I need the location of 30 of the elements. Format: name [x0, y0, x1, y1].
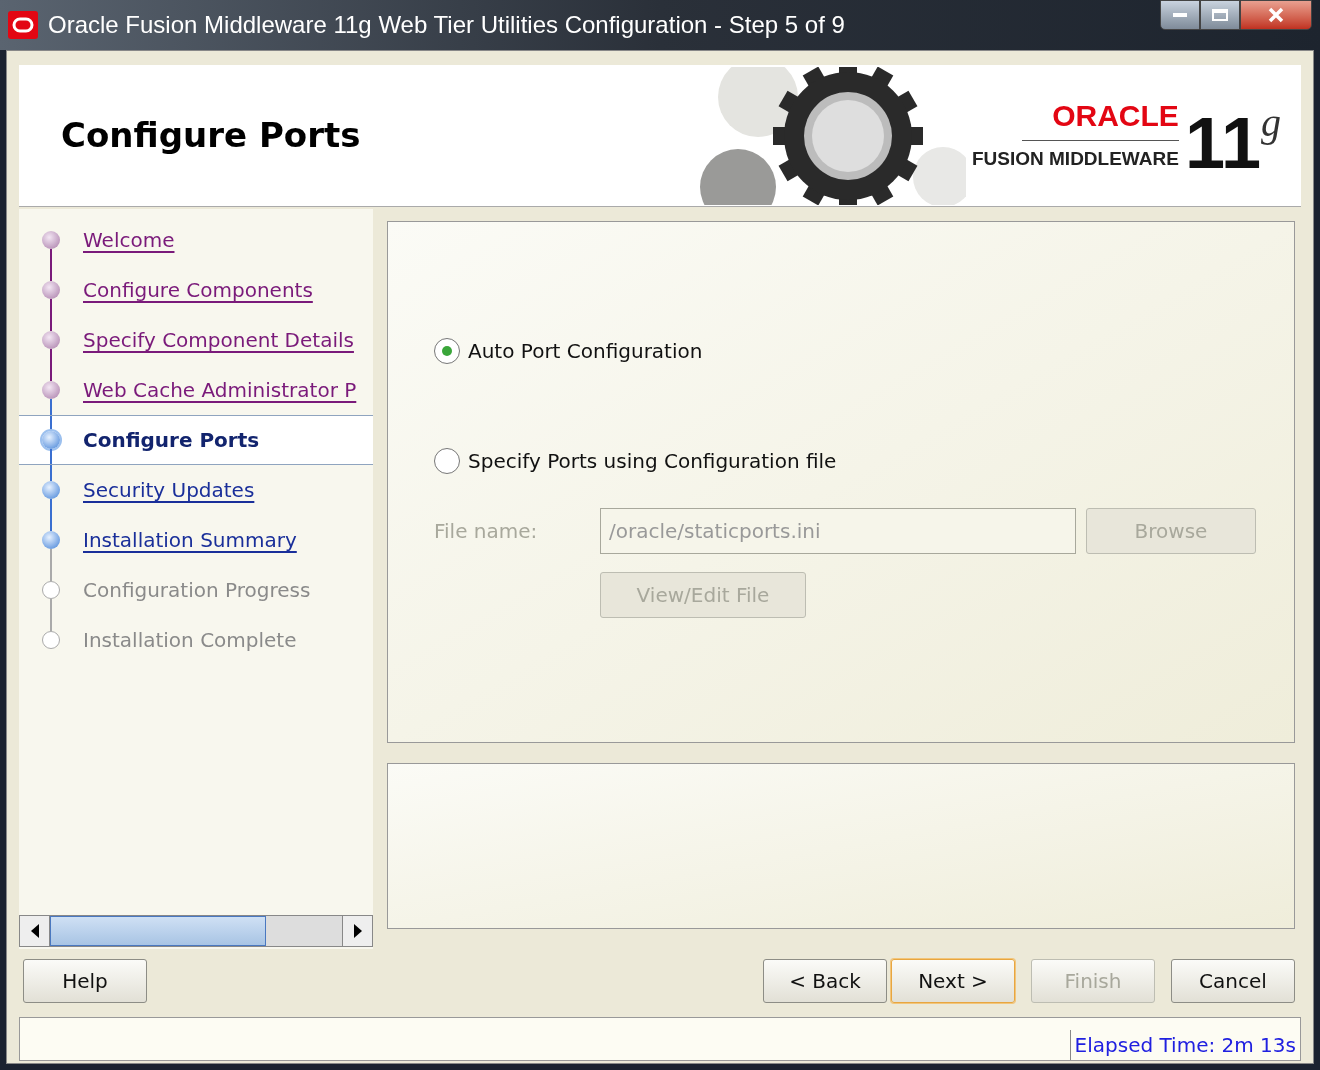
window-title: Oracle Fusion Middleware 11g Web Tier Utilities Configuration - Step 5 of 9 [48, 10, 845, 40]
step-item[interactable]: Configure Components [19, 265, 373, 315]
step-item[interactable]: Web Cache Administrator P [19, 365, 373, 415]
step-item[interactable]: Welcome [19, 215, 373, 265]
dialog-button[interactable]: Help [23, 959, 147, 1003]
radio-option[interactable]: Specify Ports using Configuration file [434, 446, 1294, 476]
product-name: FUSION MIDDLEWARE [972, 146, 1179, 171]
dialog-button[interactable]: Next > [891, 959, 1015, 1003]
horizontal-scrollbar[interactable] [19, 915, 373, 947]
brand-logo: ORACLE [1022, 92, 1179, 141]
close-icon [1268, 7, 1284, 23]
app-icon [8, 11, 38, 39]
dialog-button[interactable]: Cancel [1171, 959, 1295, 1003]
scroll-right-icon[interactable] [342, 916, 372, 946]
minimize-button[interactable] [1160, 0, 1200, 30]
step-item[interactable]: Configure Ports [19, 415, 373, 465]
dialog-button[interactable]: < Back [763, 959, 887, 1003]
elapsed-time: Elapsed Time: 2m 13s [1069, 1030, 1300, 1060]
step-item[interactable]: Specify Component Details [19, 315, 373, 365]
version-suffix: g [1261, 102, 1281, 143]
step-item[interactable]: Security Updates [19, 465, 373, 515]
file-name-label: File name: [434, 518, 539, 545]
radio-option[interactable]: Auto Port Configuration [434, 336, 1294, 366]
scroll-left-icon[interactable] [20, 916, 50, 946]
scroll-thumb[interactable] [50, 916, 266, 946]
step-item[interactable]: Installation Summary [19, 515, 373, 565]
page-title: Configure Ports [61, 114, 361, 157]
close-button[interactable] [1240, 0, 1312, 30]
version-number: 11 [1184, 106, 1261, 179]
maximize-button[interactable] [1200, 0, 1240, 30]
